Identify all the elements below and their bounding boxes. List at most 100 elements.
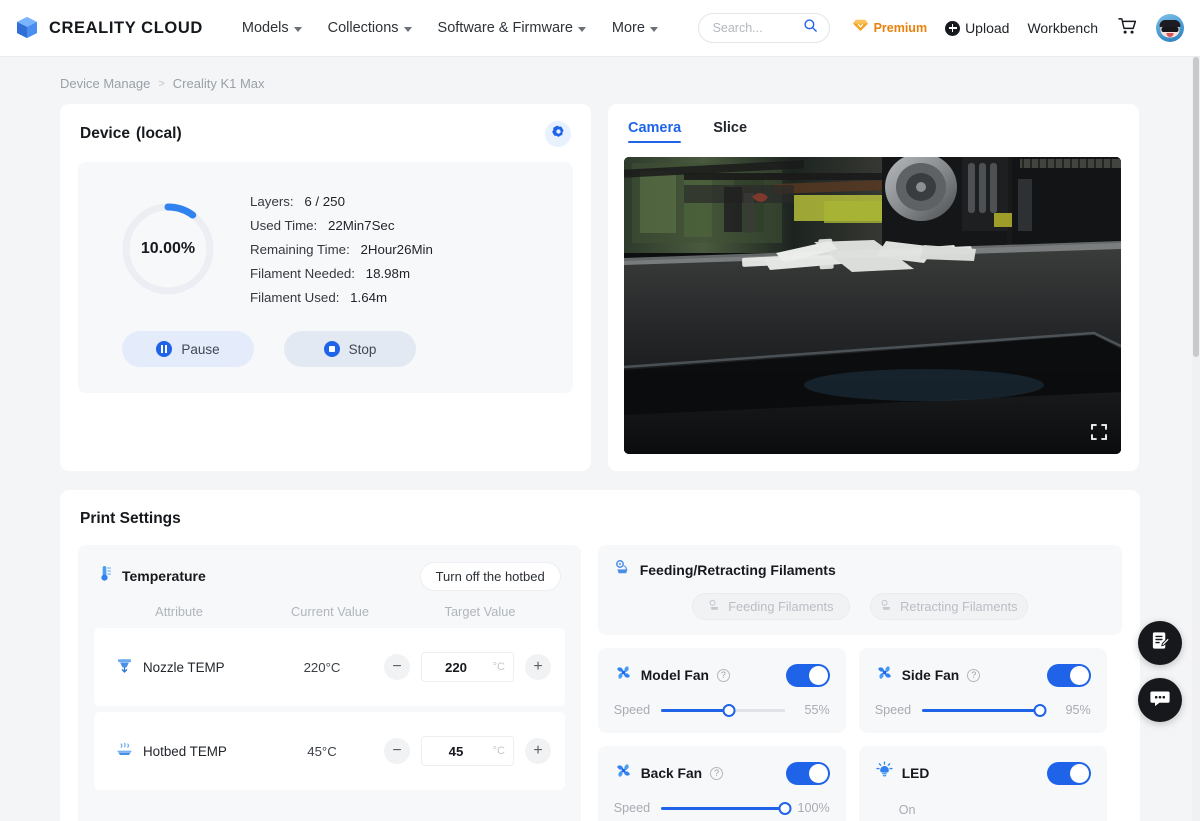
hotbed-icon (116, 741, 133, 761)
hotbed-temp-decrement[interactable]: − (384, 738, 410, 764)
side-fan-speed-slider[interactable] (922, 703, 1046, 717)
print-actions: Pause Stop (102, 331, 549, 367)
stat-label: Used Time: (250, 218, 317, 233)
help-icon[interactable]: ? (717, 669, 730, 682)
temperature-label: Temperature (122, 568, 206, 584)
slider-thumb[interactable] (723, 704, 736, 717)
slider-thumb[interactable] (778, 802, 791, 815)
camera-panel: Camera Slice (608, 104, 1139, 471)
nav-label: Software & Firmware (438, 20, 573, 36)
pause-label: Pause (181, 342, 219, 357)
nav-item-more[interactable]: More (599, 14, 671, 42)
side-fan-toggle[interactable] (1047, 664, 1091, 687)
print-settings-title: Print Settings (78, 510, 1122, 528)
table-row-hotbed-temp: Hotbed TEMP 45°C − 45 °C + (94, 712, 565, 790)
print-settings-grid: Temperature Turn off the hotbed Attribut… (78, 545, 1122, 821)
back-fan-toggle[interactable] (786, 762, 830, 785)
brand-logo[interactable]: CREALITY CLOUD (14, 15, 203, 41)
back-fan-speed-row: Speed 100% (614, 801, 830, 815)
retracting-filaments-button[interactable]: Retracting Filaments (870, 593, 1028, 620)
search-icon[interactable] (803, 18, 818, 38)
model-fan-toggle[interactable] (786, 664, 830, 687)
nav-label: More (612, 20, 645, 36)
slider-thumb[interactable] (1033, 704, 1046, 717)
shopping-cart-icon[interactable] (1118, 17, 1137, 40)
filament-icon (614, 559, 631, 581)
stat-value: 22Min7Sec (328, 218, 395, 233)
nav-label: Collections (328, 20, 399, 36)
temperature-panel: Temperature Turn off the hotbed Attribut… (78, 545, 581, 821)
avatar-hair (1160, 20, 1181, 27)
feeding-filaments-button[interactable]: Feeding Filaments (692, 593, 850, 620)
stat-value: 18.98m (366, 266, 410, 281)
toggle-knob (809, 764, 828, 783)
scrollbar-thumb[interactable] (1193, 57, 1199, 357)
fullscreen-icon[interactable] (1091, 424, 1107, 440)
slider-fill (661, 709, 729, 712)
brand-name: CREALITY CLOUD (49, 19, 203, 38)
print-progress-ring: 10.00% (118, 199, 218, 299)
filament-icon (708, 599, 721, 615)
feedback-button[interactable] (1138, 621, 1182, 665)
breadcrumb-parent[interactable]: Device Manage (60, 76, 150, 91)
hotbed-temp-current: 45°C (260, 744, 384, 759)
model-fan-header: Model Fan ? (614, 663, 830, 687)
workbench-link[interactable]: Workbench (1027, 20, 1098, 36)
model-fan-speed-value: 55% (796, 703, 830, 717)
slider-fill (922, 709, 1039, 712)
stat-value: 2Hour26Min (360, 242, 432, 257)
help-icon[interactable]: ? (710, 767, 723, 780)
filament-header: Feeding/Retracting Filaments (614, 559, 1106, 581)
model-fan-speed-slider[interactable] (661, 703, 785, 717)
nozzle-temp-input[interactable]: 220 °C (421, 652, 514, 682)
feeding-filaments-label: Feeding Filaments (728, 599, 833, 614)
turn-off-hotbed-button[interactable]: Turn off the hotbed (420, 562, 561, 591)
search-box[interactable] (698, 13, 830, 43)
toggle-knob (809, 666, 828, 685)
hotbed-temp-increment[interactable]: + (525, 738, 551, 764)
stat-filament-used: Filament Used: 1.64m (250, 290, 433, 305)
nav-item-models[interactable]: Models (229, 14, 315, 42)
back-fan-header: Back Fan ? (614, 761, 830, 785)
nav-item-software-firmware[interactable]: Software & Firmware (425, 14, 599, 42)
nozzle-temp-unit: °C (493, 661, 505, 673)
nozzle-temp-decrement[interactable]: − (384, 654, 410, 680)
feedback-note-icon (1150, 630, 1171, 656)
upload-button[interactable]: Upload (945, 20, 1009, 36)
tab-camera[interactable]: Camera (628, 120, 681, 143)
stat-label: Filament Used: (250, 290, 339, 305)
breadcrumb-separator: > (158, 78, 164, 90)
nozzle-temp-increment[interactable]: + (525, 654, 551, 680)
stat-value: 1.64m (350, 290, 387, 305)
nozzle-temp-stepper: − 220 °C + (384, 652, 551, 682)
led-bulb-icon (875, 761, 894, 785)
stop-button[interactable]: Stop (284, 331, 416, 367)
hotbed-temp-input[interactable]: 45 °C (421, 736, 514, 766)
device-title-main: Device (80, 125, 130, 142)
column-header-attribute: Attribute (98, 604, 260, 619)
upload-label: Upload (965, 20, 1009, 36)
tab-slice[interactable]: Slice (713, 120, 747, 143)
pause-button[interactable]: Pause (122, 331, 254, 367)
avatar[interactable] (1156, 14, 1184, 42)
controls-column: Feeding/Retracting Filaments Feeding Fil… (598, 545, 1122, 821)
device-settings-button[interactable] (545, 121, 571, 147)
stat-filament-needed: Filament Needed: 18.98m (250, 266, 433, 281)
side-fan-speed-label: Speed (875, 703, 911, 717)
camera-feed[interactable] (624, 157, 1121, 454)
device-title-sub: (local) (136, 125, 182, 142)
help-icon[interactable]: ? (967, 669, 980, 682)
chevron-down-icon (404, 27, 412, 32)
premium-diamond-icon (852, 18, 869, 38)
thermometer-icon (98, 565, 113, 587)
premium-button[interactable]: Premium (852, 18, 928, 38)
led-toggle[interactable] (1047, 762, 1091, 785)
nav-item-collections[interactable]: Collections (315, 14, 425, 42)
chat-button[interactable] (1138, 678, 1182, 722)
side-fan-header: Side Fan ? (875, 663, 1091, 687)
search-input[interactable] (713, 21, 803, 35)
slider-fill (661, 807, 785, 810)
progress-row: 10.00% Layers: 6 / 250 Used Time: 22Min7… (102, 192, 549, 305)
page-scrollbar[interactable] (1192, 57, 1200, 821)
back-fan-speed-slider[interactable] (661, 801, 785, 815)
